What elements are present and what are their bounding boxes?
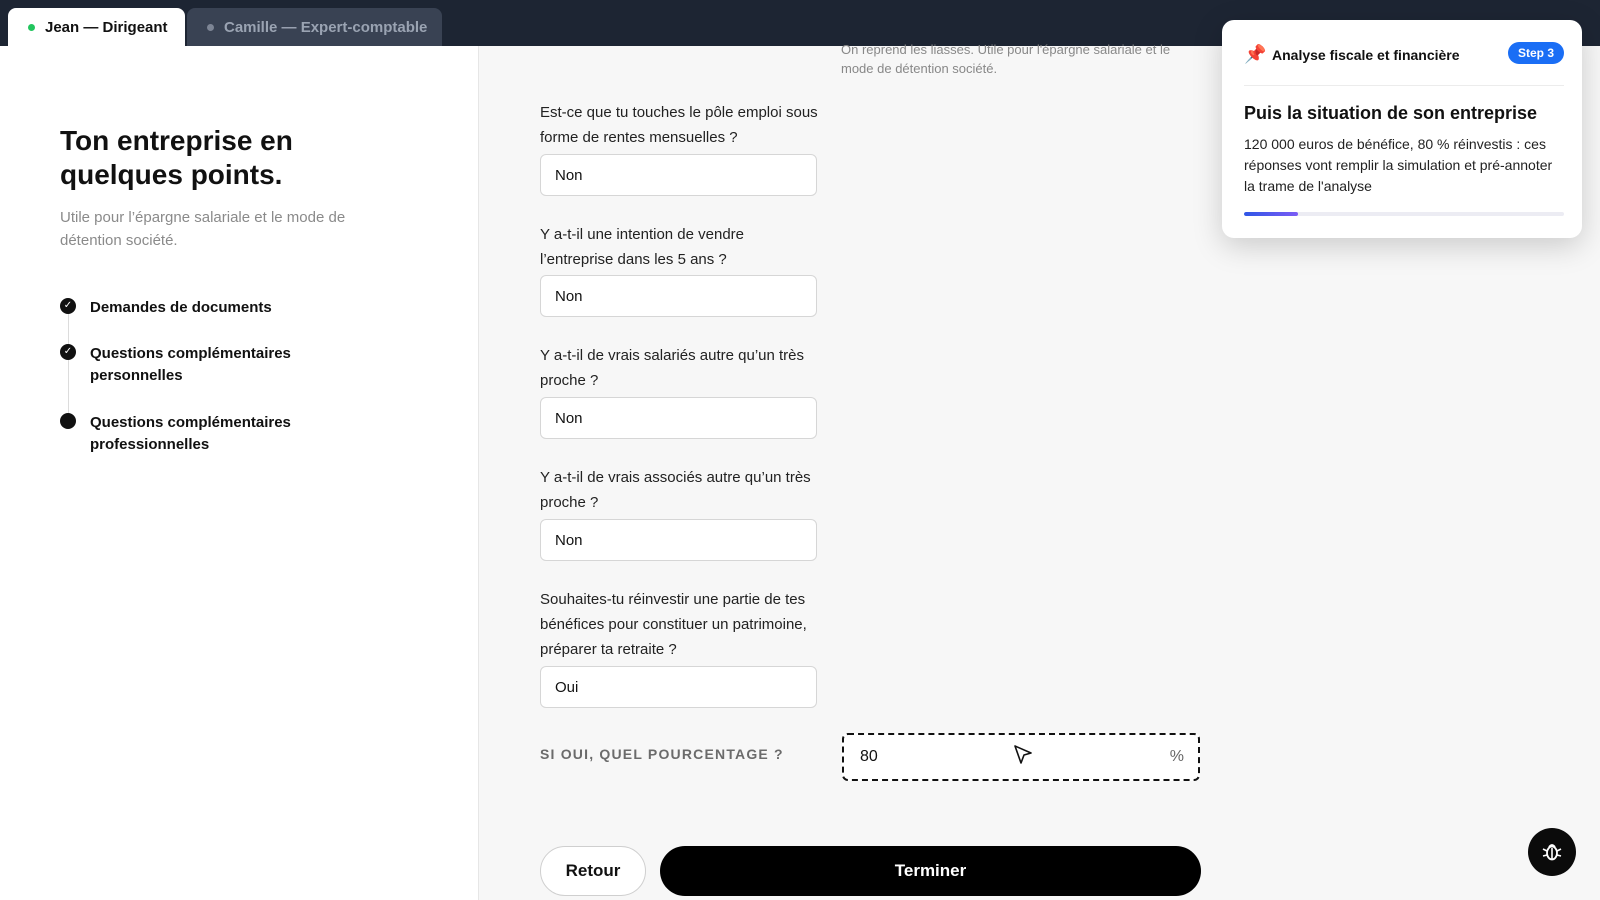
percentage-value: 80: [860, 748, 878, 765]
page-subtitle: Utile pour l’épargne salariale et le mod…: [60, 209, 346, 249]
question-label: Y a-t-il de vrais salariés autre qu’un t…: [540, 347, 805, 389]
guide-tooltip-card: 📌 Analyse fiscale et financière Step 3 P…: [1222, 20, 1582, 238]
step-label: Questions complémentaires personnelles: [90, 345, 291, 384]
tooltip-header: 📌 Analyse fiscale et financière Step 3: [1244, 42, 1564, 65]
tab-label: Camille — Expert-comptable: [224, 18, 428, 36]
step-badge: Step 3: [1507, 42, 1564, 64]
step-personal-questions[interactable]: ✓ Questions complémentaires personnelles: [60, 343, 330, 387]
step-label: Demandes de documents: [90, 299, 272, 316]
back-button[interactable]: Retour: [540, 846, 646, 896]
current-step-dot: [60, 413, 76, 429]
answer-select[interactable]: Non: [540, 154, 817, 196]
question-label: Y a-t-il une intention de vendre l’entre…: [540, 226, 745, 268]
page-title: Ton entreprise en quelques points.: [60, 125, 293, 190]
divider: [1244, 85, 1564, 86]
answer-select[interactable]: Non: [540, 519, 817, 561]
question-label: Souhaites-tu réinvestir une partie de te…: [540, 591, 807, 658]
answer-select[interactable]: Non: [540, 275, 817, 317]
pin-icon: 📌: [1244, 44, 1267, 64]
inactive-status-dot: [207, 23, 214, 31]
question-label: Est-ce que tu touches le pôle emploi sou…: [540, 104, 818, 146]
left-panel: Ton entreprise en quelques points. Utile…: [0, 46, 479, 900]
tooltip-section: Analyse fiscale et financière: [1272, 46, 1460, 63]
tooltip-progress-bar: [1244, 212, 1564, 216]
bug-icon: [1542, 844, 1562, 861]
tooltip-title: Puis la situation de son entreprise: [1244, 103, 1538, 123]
tooltip-progress-fill: [1244, 212, 1299, 216]
check-icon: ✓: [60, 298, 76, 314]
question-label: Y a-t-il de vrais associés autre qu’un t…: [540, 469, 811, 511]
step-documents[interactable]: ✓ Demandes de documents: [60, 297, 330, 319]
step-professional-questions[interactable]: Questions complémentaires professionnell…: [60, 412, 330, 456]
mouse-cursor-icon: [1014, 745, 1032, 764]
check-icon: ✓: [60, 344, 76, 360]
bug-report-button[interactable]: [1528, 828, 1576, 876]
finish-button[interactable]: Terminer: [660, 846, 1201, 896]
percentage-label: SI OUI, QUEL POURCENTAGE ?: [540, 746, 784, 762]
section-note: On reprend les liasses. Utile pour l'épa…: [841, 42, 1171, 76]
tab-label: Jean — Dirigeant: [45, 18, 168, 36]
answer-select[interactable]: Oui: [540, 666, 817, 708]
tooltip-body: 120 000 euros de bénéfice, 80 % réinvest…: [1244, 136, 1553, 194]
tab-jean-dirigeant[interactable]: Jean — Dirigeant: [8, 8, 185, 46]
answer-select[interactable]: Non: [540, 397, 817, 439]
percent-unit: %: [1169, 748, 1184, 765]
active-status-dot: [28, 23, 35, 31]
step-label: Questions complémentaires professionnell…: [90, 414, 291, 453]
tab-camille-expert-comptable[interactable]: Camille — Expert-comptable: [187, 8, 442, 46]
